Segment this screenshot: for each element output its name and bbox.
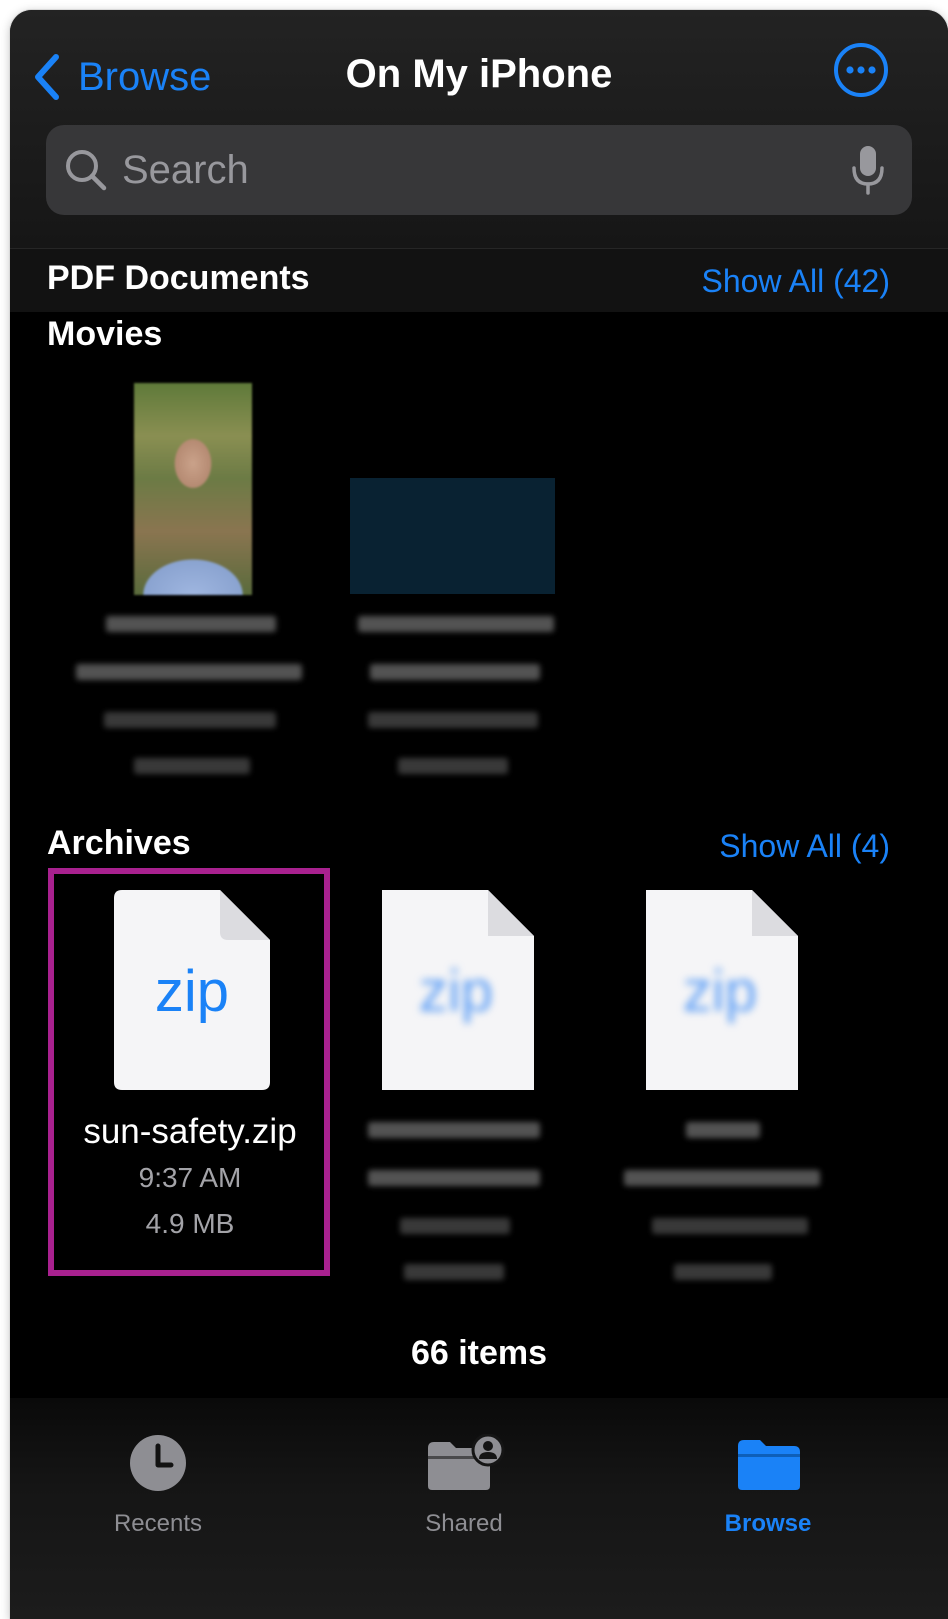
zip-file-icon-label: zip xyxy=(682,959,758,1024)
section-title-archives: Archives xyxy=(47,824,191,862)
tab-browse[interactable]: Browse xyxy=(668,1434,868,1544)
redacted-movie-date xyxy=(368,712,538,728)
clock-icon xyxy=(130,1435,186,1491)
tab-bar: Recents Shared Browse xyxy=(10,1398,948,1619)
tab-recents-label: Recents xyxy=(113,1510,203,1537)
folder-icon xyxy=(738,1440,800,1490)
zip-file-icon-label: zip xyxy=(154,959,230,1024)
shared-folder-icon xyxy=(428,1434,505,1490)
tab-shared[interactable]: Shared xyxy=(364,1434,564,1544)
redacted-archive-date xyxy=(652,1218,808,1234)
redacted-movie-name xyxy=(370,664,540,680)
redacted-movie-date xyxy=(104,712,276,728)
zip-file-icon-label: zip xyxy=(418,959,494,1024)
movie-thumbnail[interactable] xyxy=(134,383,252,595)
redacted-archive-name xyxy=(624,1170,820,1186)
zip-file-icon[interactable]: zip xyxy=(642,890,798,1090)
section-title-movies: Movies xyxy=(47,315,163,353)
redacted-archive-name xyxy=(368,1122,540,1138)
redacted-archive-size xyxy=(674,1264,772,1280)
zip-file-icon[interactable]: zip xyxy=(378,890,534,1090)
archive-file-time: 9:37 AM xyxy=(138,1162,242,1193)
redacted-movie-size xyxy=(134,758,250,774)
files-app-window: Browse On My iPhone PDF Documents Show A… xyxy=(10,10,948,1619)
redacted-movie-size xyxy=(398,758,508,774)
tab-shared-label: Shared xyxy=(425,1510,503,1537)
microphone-icon[interactable] xyxy=(850,144,886,196)
redacted-movie-name xyxy=(76,664,302,680)
search-icon xyxy=(66,150,107,191)
zip-file-icon: zip xyxy=(114,890,270,1090)
redacted-movie-name xyxy=(106,616,276,632)
archive-file-size: 4.9 MB xyxy=(145,1208,235,1239)
archive-file-name: sun-safety.zip xyxy=(83,1112,297,1151)
redacted-archive-name xyxy=(686,1122,760,1138)
redacted-archive-time xyxy=(400,1218,510,1234)
page-title: On My iPhone xyxy=(345,52,613,96)
more-options-icon[interactable] xyxy=(832,41,890,99)
show-all-archives-link[interactable]: Show All (4) xyxy=(719,828,890,865)
show-all-pdf-link[interactable]: Show All (42) xyxy=(701,263,890,300)
tab-browse-label: Browse xyxy=(724,1510,812,1537)
navigation-bar: Browse On My iPhone xyxy=(10,10,948,248)
item-count: 66 items xyxy=(410,1334,548,1372)
search-bar xyxy=(46,125,912,215)
section-header-pdf: PDF Documents Show All (42) xyxy=(10,248,948,312)
redacted-archive-size xyxy=(404,1264,504,1280)
tab-recents[interactable]: Recents xyxy=(58,1434,258,1544)
section-title-pdf: PDF Documents xyxy=(47,259,310,297)
redacted-archive-name xyxy=(368,1170,540,1186)
redacted-movie-name xyxy=(358,616,554,632)
movie-thumbnail[interactable] xyxy=(350,478,555,594)
search-input[interactable] xyxy=(122,140,850,200)
